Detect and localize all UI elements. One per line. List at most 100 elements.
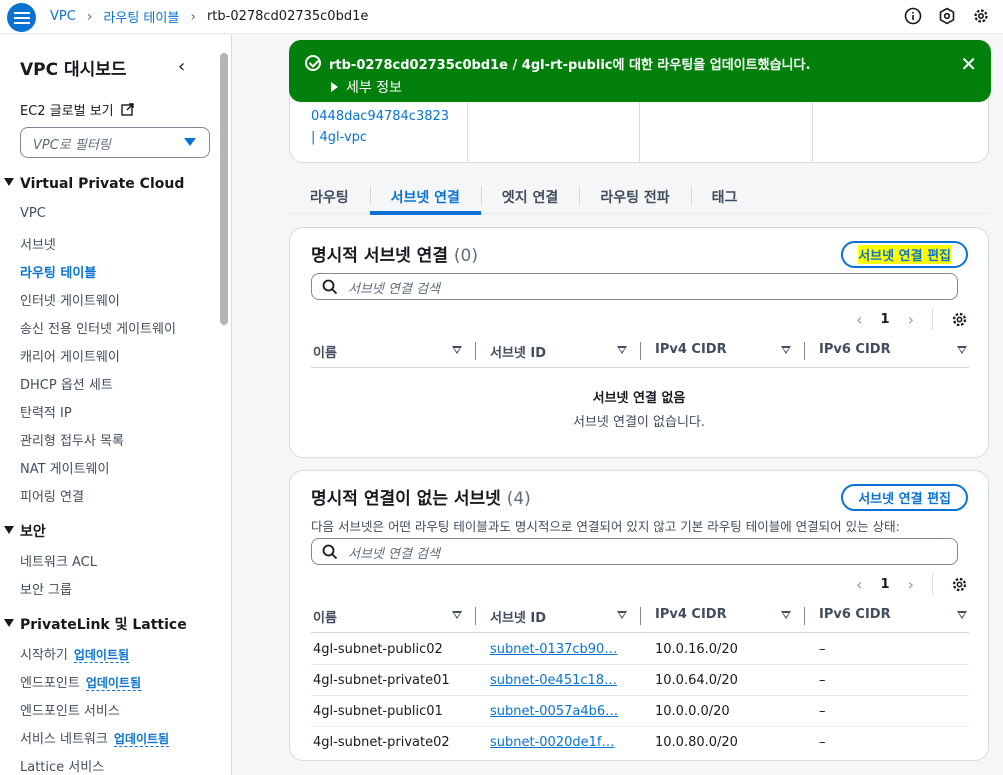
sidebar-item-elastic-ips[interactable]: 탄력적 IP [20, 402, 72, 421]
column-ipv4-cidr[interactable]: IPv4 CIDR [641, 607, 805, 632]
chevron-left-icon[interactable]: ‹ [178, 56, 185, 77]
sidebar-item-lattice-services[interactable]: Lattice 서비스 [20, 756, 104, 775]
table-row[interactable]: 4gl-subnet-public02 subnet-0137cb90… 10.… [311, 634, 969, 665]
edit-subnet-associations-button[interactable]: 서브넷 연결 편집 [841, 241, 968, 268]
column-subnet-id[interactable]: 서브넷 ID [476, 607, 641, 632]
column-name[interactable]: 이름 [311, 342, 476, 367]
sort-icon [452, 611, 462, 619]
tab-route-propagation[interactable]: 라우팅 전파 [579, 179, 690, 214]
sidebar-item-network-acls[interactable]: 네트워크 ACL [20, 551, 97, 570]
search-icon [322, 279, 338, 295]
flash-message: rtb-0278cd02735c0bd1e / 4gl-rt-public에 대… [329, 58, 811, 73]
sidebar-title: VPC 대시보드 [20, 60, 127, 80]
success-check-icon [305, 55, 321, 71]
ec2-global-view-link[interactable]: EC2 글로벌 보기 [20, 100, 134, 119]
ipv4-cidr: 10.0.80.0/20 [655, 735, 738, 750]
notifications-icon[interactable] [937, 6, 957, 26]
top-navigation: VPC › 라우팅 테이블 › rtb-0278cd02735c0bd1e [0, 0, 1003, 34]
chevron-right-icon[interactable]: › [908, 310, 914, 329]
sidebar-item-carrier-gateways[interactable]: 캐리어 게이트웨이 [20, 346, 120, 365]
count: (0) [453, 246, 478, 266]
sidebar-scrollbar[interactable] [220, 53, 228, 325]
column-name[interactable]: 이름 [311, 607, 476, 632]
sidebar-item-dhcp-option-sets[interactable]: DHCP 옵션 세트 [20, 374, 113, 393]
external-link-icon [121, 103, 134, 116]
detail-tabs: 라우팅 서브넷 연결 엣지 연결 라우팅 전파 태그 [289, 179, 759, 215]
main-content: 0448dac94784c3823 | 4gl-vpc rtb-0278cd02… [233, 35, 1003, 775]
sidebar-item-service-networks[interactable]: 서비스 네트워크 업데이트됨 [20, 728, 170, 747]
subnet-name: 4gl-subnet-private01 [313, 672, 450, 688]
sidebar-item-nat-gateways[interactable]: NAT 게이트웨이 [20, 458, 109, 477]
search-input[interactable]: 서브넷 연결 검색 [311, 273, 958, 300]
breadcrumb-vpc[interactable]: VPC [50, 9, 76, 24]
sidebar-item-endpoint-services[interactable]: 엔드포인트 서비스 [20, 700, 120, 719]
explicit-associations-panel: 명시적 서브넷 연결 (0) 서브넷 연결 편집 서브넷 연결 검색 ‹ 1 ›… [289, 227, 989, 458]
sidebar-item-getting-started[interactable]: 시작하기 업데이트됨 [20, 644, 130, 663]
menu-icon[interactable] [7, 3, 36, 32]
subnet-id-link[interactable]: subnet-0137cb90… [476, 642, 641, 657]
caret-down-icon [4, 526, 14, 534]
sidebar-item-route-tables[interactable]: 라우팅 테이블 [20, 262, 96, 281]
table-row[interactable]: 4gl-subnet-private02 subnet-0020de1f… 10… [311, 727, 969, 758]
subnet-name: 4gl-subnet-public01 [313, 703, 443, 719]
edit-subnet-associations-button[interactable]: 서브넷 연결 편집 [841, 484, 968, 511]
ipv4-cidr: 10.0.64.0/20 [655, 672, 738, 688]
subnet-name: 4gl-subnet-public02 [313, 641, 443, 657]
breadcrumb-route-tables[interactable]: 라우팅 테이블 [103, 7, 179, 26]
chevron-left-icon[interactable]: ‹ [856, 575, 862, 594]
subnet-id-link[interactable]: subnet-0057a4b6… [476, 704, 641, 719]
section-privatelink[interactable]: PrivateLink 및 Lattice [4, 614, 187, 634]
gear-icon[interactable] [951, 576, 968, 593]
search-input[interactable]: 서브넷 연결 검색 [311, 538, 958, 565]
sidebar-item-vpc[interactable]: VPC [20, 206, 46, 221]
vpc-id-link[interactable]: 0448dac94784c3823 [311, 109, 449, 124]
sidebar-item-peering[interactable]: 피어링 연결 [20, 486, 84, 505]
flash-details-toggle[interactable]: 세부 정보 [331, 77, 402, 97]
sidebar-item-egress-only-gateways[interactable]: 송신 전용 인터넷 게이트웨이 [20, 318, 176, 337]
ipv6-cidr: – [819, 735, 826, 750]
count: (4) [506, 489, 531, 509]
empty-state-description: 서브넷 연결이 없습니다. [573, 415, 705, 430]
gear-icon[interactable] [951, 311, 968, 328]
sidebar-item-endpoints[interactable]: 엔드포인트 업데이트됨 [20, 672, 142, 691]
sidebar-item-subnets[interactable]: 서브넷 [20, 234, 56, 253]
updated-badge: 업데이트됨 [73, 648, 130, 663]
caret-down-icon [184, 138, 196, 146]
subnet-id-link[interactable]: subnet-0e451c18… [476, 673, 641, 688]
section-security[interactable]: 보안 [4, 521, 46, 541]
sidebar-item-security-groups[interactable]: 보안 그룹 [20, 579, 72, 598]
page-number[interactable]: 1 [881, 312, 890, 327]
sidebar-item-internet-gateways[interactable]: 인터넷 게이트웨이 [20, 290, 120, 309]
info-icon[interactable] [903, 6, 923, 26]
tab-edge-associations[interactable]: 엣지 연결 [480, 179, 579, 214]
table-row[interactable]: 4gl-subnet-public01 subnet-0057a4b6… 10.… [311, 696, 969, 727]
settings-icon[interactable] [971, 6, 991, 26]
column-ipv6-cidr[interactable]: IPv6 CIDR [805, 607, 969, 632]
success-flash: rtb-0278cd02735c0bd1e / 4gl-rt-public에 대… [289, 40, 991, 102]
vpc-filter-select[interactable]: VPC로 필터링 [20, 127, 210, 158]
section-vpc[interactable]: Virtual Private Cloud [4, 176, 184, 192]
ipv4-cidr: 10.0.0.0/20 [655, 703, 730, 719]
sidebar-item-prefix-lists[interactable]: 관리형 접두사 목록 [20, 430, 124, 449]
subnet-id-link[interactable]: subnet-0020de1f… [476, 735, 641, 750]
sort-icon [957, 346, 967, 354]
column-ipv4-cidr[interactable]: IPv4 CIDR [641, 342, 805, 367]
tab-tags[interactable]: 태그 [690, 179, 759, 214]
close-icon[interactable]: ✕ [960, 52, 977, 76]
chevron-left-icon[interactable]: ‹ [856, 310, 862, 329]
subnet-name: 4gl-subnet-private02 [313, 735, 450, 750]
page-number[interactable]: 1 [881, 577, 890, 592]
tab-subnet-associations[interactable]: 서브넷 연결 [369, 179, 482, 215]
chevron-right-icon[interactable]: › [908, 575, 914, 594]
column-subnet-id[interactable]: 서브넷 ID [476, 342, 641, 367]
empty-state-title: 서브넷 연결 없음 [592, 391, 686, 406]
ipv6-cidr: – [819, 672, 826, 688]
sort-icon [452, 346, 462, 354]
updated-badge: 업데이트됨 [85, 676, 142, 691]
table-row[interactable]: 4gl-subnet-private01 subnet-0e451c18… 10… [311, 665, 969, 696]
vpc-name-link[interactable]: | 4gl-vpc [311, 130, 367, 145]
sort-icon [957, 611, 967, 619]
tab-routes[interactable]: 라우팅 [289, 179, 370, 214]
sort-icon [617, 611, 627, 619]
column-ipv6-cidr[interactable]: IPv6 CIDR [805, 342, 969, 367]
